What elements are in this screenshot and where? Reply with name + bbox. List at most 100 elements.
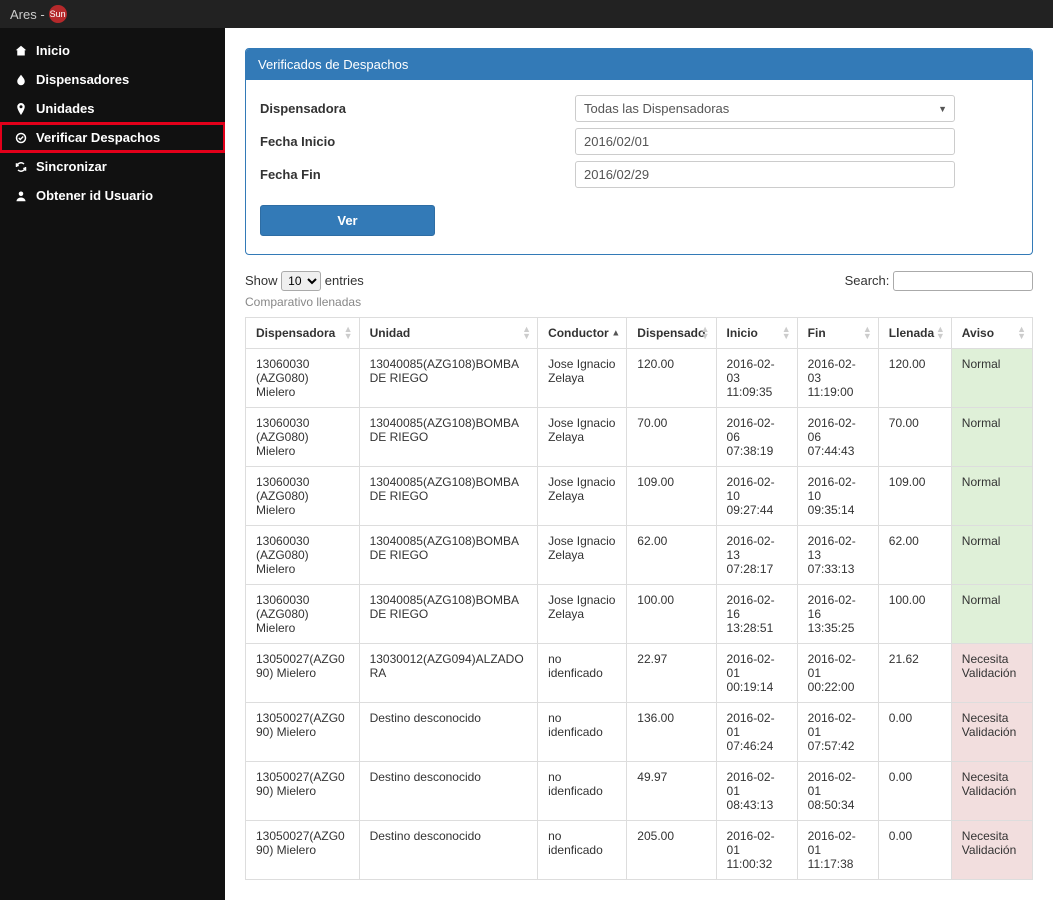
col-conductor[interactable]: Conductor▲: [538, 318, 627, 349]
cell-fin: 2016-02-16 13:35:25: [797, 585, 878, 644]
sort-icon: ▲▼: [522, 326, 531, 340]
cell-dispensadora: 13060030 (AZG080) Mielero: [246, 585, 360, 644]
sidebar-item-label: Verificar Despachos: [36, 130, 160, 145]
results-table: Dispensadora▲▼ Unidad▲▼ Conductor▲ Dispe…: [245, 317, 1033, 880]
col-dispensado[interactable]: Dispensado▲▼: [627, 318, 716, 349]
col-llenada[interactable]: Llenada▲▼: [878, 318, 951, 349]
cell-conductor: no idenficado: [538, 821, 627, 880]
cell-llenada: 0.00: [878, 703, 951, 762]
cell-conductor: no idenficado: [538, 644, 627, 703]
sidebar-item-label: Dispensadores: [36, 72, 129, 87]
cell-llenada: 120.00: [878, 349, 951, 408]
search-input[interactable]: [893, 271, 1033, 291]
home-icon: [14, 45, 28, 57]
col-dispensadora[interactable]: Dispensadora▲▼: [246, 318, 360, 349]
cell-dispensadora: 13060030 (AZG080) Mielero: [246, 349, 360, 408]
cell-aviso: Normal: [951, 408, 1032, 467]
cell-conductor: Jose Ignacio Zelaya: [538, 585, 627, 644]
cell-unidad: 13040085(AZG108)BOMBA DE RIEGO: [359, 467, 537, 526]
cell-dispensadora: 13060030 (AZG080) Mielero: [246, 526, 360, 585]
sidebar-item-sincronizar[interactable]: Sincronizar: [0, 152, 225, 181]
fecha-inicio-input[interactable]: [575, 128, 955, 155]
col-aviso[interactable]: Aviso▲▼: [951, 318, 1032, 349]
cell-unidad: 13040085(AZG108)BOMBA DE RIEGO: [359, 526, 537, 585]
col-unidad[interactable]: Unidad▲▼: [359, 318, 537, 349]
sidebar-item-verificar-despachos[interactable]: Verificar Despachos: [0, 123, 225, 152]
cell-unidad: Destino desconocido: [359, 821, 537, 880]
cell-dispensadora: 13060030 (AZG080) Mielero: [246, 408, 360, 467]
cell-inicio: 2016-02-01 00:19:14: [716, 644, 797, 703]
cell-llenada: 62.00: [878, 526, 951, 585]
sidebar-item-label: Obtener id Usuario: [36, 188, 153, 203]
cell-aviso: Normal: [951, 526, 1032, 585]
cell-dispensadora: 13060030 (AZG080) Mielero: [246, 467, 360, 526]
sort-icon: ▲▼: [782, 326, 791, 340]
brand: Ares - Sun: [10, 5, 67, 23]
cell-conductor: Jose Ignacio Zelaya: [538, 349, 627, 408]
cell-aviso: Necesita Validación: [951, 703, 1032, 762]
dispensadora-select[interactable]: Todas las Dispensadoras: [575, 95, 955, 122]
sort-icon: ▲▼: [1017, 326, 1026, 340]
cell-unidad: Destino desconocido: [359, 762, 537, 821]
table-row: 13050027(AZG090) MieleroDestino desconoc…: [246, 821, 1033, 880]
cell-llenada: 21.62: [878, 644, 951, 703]
cell-aviso: Normal: [951, 585, 1032, 644]
cell-inicio: 2016-02-13 07:28:17: [716, 526, 797, 585]
cell-dispensado: 70.00: [627, 408, 716, 467]
filter-panel: Verificados de Despachos Dispensadora To…: [245, 48, 1033, 255]
table-row: 13060030 (AZG080) Mielero13040085(AZG108…: [246, 526, 1033, 585]
fecha-fin-label: Fecha Fin: [260, 167, 575, 182]
drop-icon: [14, 74, 28, 86]
col-fin[interactable]: Fin▲▼: [797, 318, 878, 349]
table-row: 13060030 (AZG080) Mielero13040085(AZG108…: [246, 467, 1033, 526]
sidebar-item-unidades[interactable]: Unidades: [0, 94, 225, 123]
table-row: 13060030 (AZG080) Mielero13040085(AZG108…: [246, 585, 1033, 644]
cell-aviso: Normal: [951, 467, 1032, 526]
cell-unidad: 13040085(AZG108)BOMBA DE RIEGO: [359, 585, 537, 644]
table-subtitle: Comparativo llenadas: [245, 295, 1033, 309]
cell-dispensadora: 13050027(AZG090) Mielero: [246, 762, 360, 821]
cell-inicio: 2016-02-03 11:09:35: [716, 349, 797, 408]
cell-fin: 2016-02-01 00:22:00: [797, 644, 878, 703]
map-pin-icon: [14, 103, 28, 115]
topbar: Ares - Sun: [0, 0, 1053, 28]
table-row: 13060030 (AZG080) Mielero13040085(AZG108…: [246, 349, 1033, 408]
cell-conductor: no idenficado: [538, 703, 627, 762]
cell-dispensado: 22.97: [627, 644, 716, 703]
cell-llenada: 0.00: [878, 821, 951, 880]
cell-llenada: 100.00: [878, 585, 951, 644]
main-content: Verificados de Despachos Dispensadora To…: [225, 28, 1053, 900]
cell-fin: 2016-02-10 09:35:14: [797, 467, 878, 526]
fecha-inicio-label: Fecha Inicio: [260, 134, 575, 149]
cell-llenada: 70.00: [878, 408, 951, 467]
cell-aviso: Necesita Validación: [951, 644, 1032, 703]
sidebar-item-inicio[interactable]: Inicio: [0, 36, 225, 65]
cell-inicio: 2016-02-01 07:46:24: [716, 703, 797, 762]
sidebar-item-label: Sincronizar: [36, 159, 107, 174]
sort-icon: ▲▼: [863, 326, 872, 340]
cell-fin: 2016-02-13 07:33:13: [797, 526, 878, 585]
cell-unidad: 13040085(AZG108)BOMBA DE RIEGO: [359, 408, 537, 467]
table-row: 13050027(AZG090) MieleroDestino desconoc…: [246, 762, 1033, 821]
dispensadora-label: Dispensadora: [260, 101, 575, 116]
cell-dispensado: 109.00: [627, 467, 716, 526]
col-inicio[interactable]: Inicio▲▼: [716, 318, 797, 349]
ver-button[interactable]: Ver: [260, 205, 435, 236]
panel-title: Verificados de Despachos: [246, 49, 1032, 80]
cell-llenada: 109.00: [878, 467, 951, 526]
page-size-select[interactable]: 10: [281, 271, 321, 291]
cell-dispensado: 49.97: [627, 762, 716, 821]
fecha-fin-input[interactable]: [575, 161, 955, 188]
cell-inicio: 2016-02-16 13:28:51: [716, 585, 797, 644]
sidebar-item-dispensadores[interactable]: Dispensadores: [0, 65, 225, 94]
cell-dispensado: 100.00: [627, 585, 716, 644]
sort-icon: ▲▼: [701, 326, 710, 340]
sidebar-item-obtener-id[interactable]: Obtener id Usuario: [0, 181, 225, 210]
entries-label: entries: [325, 273, 364, 288]
table-tools: Show 10 entries Search:: [245, 271, 1033, 291]
cell-inicio: 2016-02-01 11:00:32: [716, 821, 797, 880]
cell-fin: 2016-02-03 11:19:00: [797, 349, 878, 408]
cell-dispensadora: 13050027(AZG090) Mielero: [246, 821, 360, 880]
cell-conductor: Jose Ignacio Zelaya: [538, 408, 627, 467]
cell-fin: 2016-02-01 08:50:34: [797, 762, 878, 821]
